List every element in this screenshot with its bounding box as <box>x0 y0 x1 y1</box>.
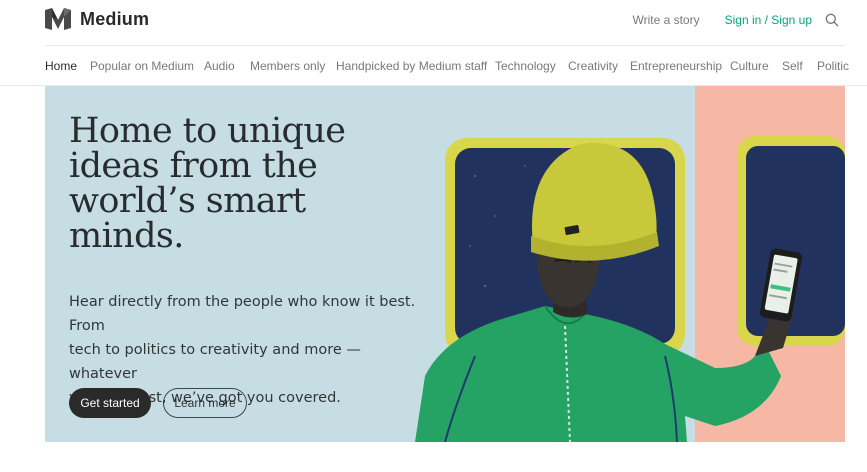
nav-item-self[interactable]: Self <box>782 59 803 73</box>
nav-item-audio[interactable]: Audio <box>204 59 235 73</box>
nav-item-technology[interactable]: Technology <box>495 59 556 73</box>
nav-item-popular[interactable]: Popular on Medium <box>90 59 194 73</box>
nav-item-handpicked[interactable]: Handpicked by Medium staff <box>336 59 487 73</box>
nav-item-members-only[interactable]: Members only <box>250 59 325 73</box>
nav-item-home[interactable]: Home <box>45 59 77 73</box>
nav-item-entrepreneurship[interactable]: Entrepreneurship <box>630 59 722 73</box>
nav-item-politics[interactable]: Politic <box>817 59 849 73</box>
top-actions: Write a story Sign in / Sign up <box>632 13 839 27</box>
brand-name: Medium <box>80 8 150 29</box>
write-story-link[interactable]: Write a story <box>632 13 699 27</box>
top-bar: Medium Write a story Sign in / Sign up <box>45 0 845 46</box>
nav-item-culture[interactable]: Culture <box>730 59 769 73</box>
category-nav: Home Popular on Medium Audio Members onl… <box>45 47 867 85</box>
medium-logo-icon <box>45 8 71 30</box>
sign-in-link[interactable]: Sign in / Sign up <box>725 13 812 27</box>
hero-title: Home to unique ideas from the world’s sm… <box>69 111 346 256</box>
nav-item-creativity[interactable]: Creativity <box>568 59 618 73</box>
learn-more-button[interactable]: Learn more <box>163 388 247 418</box>
search-icon[interactable] <box>825 13 839 27</box>
get-started-button[interactable]: Get started <box>69 388 151 418</box>
hero-illustration <box>415 86 845 442</box>
logo[interactable]: Medium <box>45 8 149 30</box>
hero-section: Home to unique ideas from the world’s sm… <box>45 86 845 442</box>
